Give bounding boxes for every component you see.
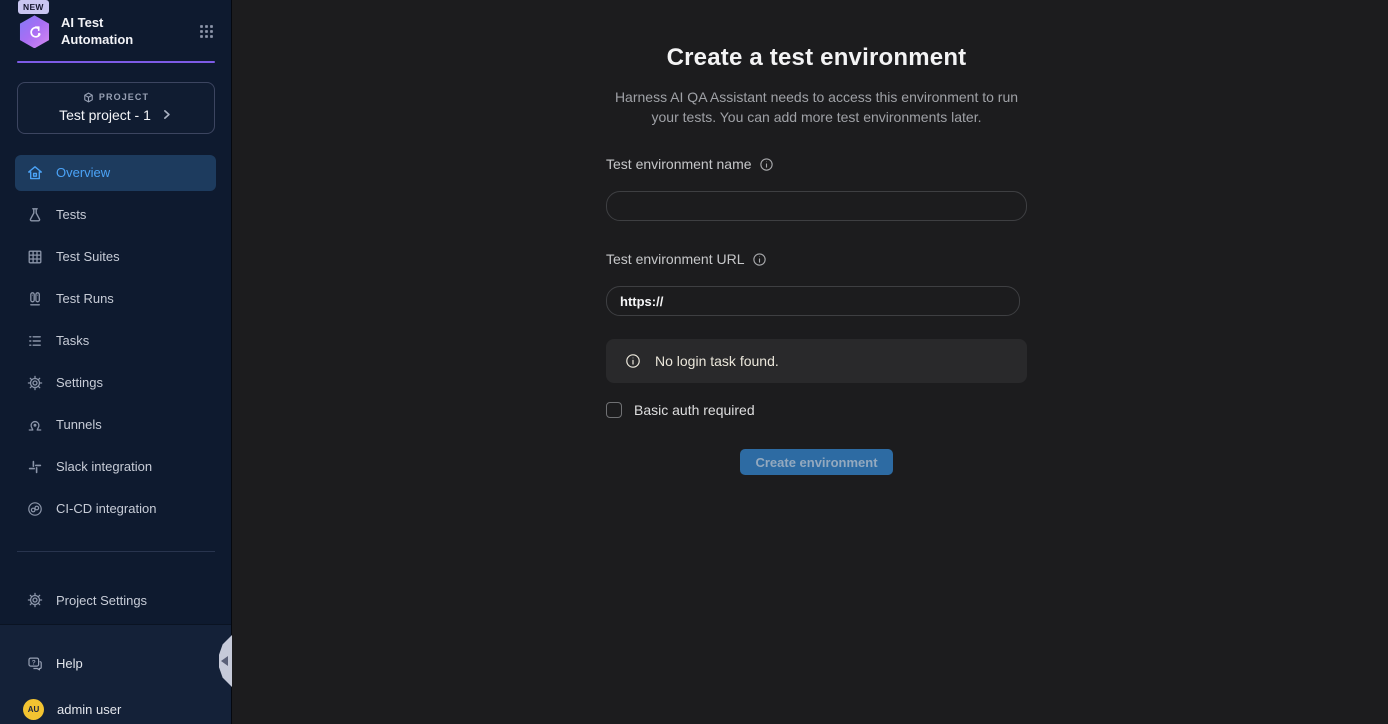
home-icon xyxy=(27,165,43,181)
user-name: admin user xyxy=(57,702,121,717)
sidebar: NEW AI Test Automation PROJECT xyxy=(0,0,232,724)
field-environment-url: Test environment URL xyxy=(606,251,1027,316)
basic-auth-label: Basic auth required xyxy=(634,402,755,418)
sidebar-item-tasks[interactable]: Tasks xyxy=(15,323,216,359)
environment-url-input[interactable] xyxy=(606,286,1020,316)
tunnel-icon xyxy=(27,417,43,433)
sidebar-item-test-runs[interactable]: Test Runs xyxy=(15,281,216,317)
sidebar-item-slack-integration[interactable]: Slack integration xyxy=(15,449,216,485)
avatar: AU xyxy=(23,699,44,720)
info-icon[interactable] xyxy=(752,252,767,267)
environment-url-label: Test environment URL xyxy=(606,251,745,267)
field-environment-name: Test environment name xyxy=(606,156,1027,221)
user-menu[interactable]: AU admin user xyxy=(15,699,216,720)
basic-auth-checkbox[interactable] xyxy=(606,402,622,418)
alert-text: No login task found. xyxy=(655,353,779,369)
slack-icon xyxy=(27,459,43,475)
svg-text:?: ? xyxy=(32,660,36,667)
page-title: Create a test environment xyxy=(606,44,1027,72)
project-name: Test project - 1 xyxy=(59,107,151,123)
no-login-task-alert: No login task found. xyxy=(606,339,1027,383)
sidebar-item-overview[interactable]: Overview xyxy=(15,155,216,191)
info-icon[interactable] xyxy=(759,157,774,172)
new-badge: NEW xyxy=(18,0,49,14)
project-kicker: PROJECT xyxy=(26,92,206,103)
app-switcher-grid-icon[interactable] xyxy=(198,23,215,40)
basic-auth-row: Basic auth required xyxy=(606,402,1027,418)
grid-icon xyxy=(27,249,43,265)
sidebar-item-test-suites[interactable]: Test Suites xyxy=(15,239,216,275)
project-selector[interactable]: PROJECT Test project - 1 xyxy=(17,82,215,134)
help-button[interactable]: ? Help xyxy=(15,655,216,672)
link-circle-icon xyxy=(27,501,43,517)
gear-icon xyxy=(27,592,43,608)
flask-icon xyxy=(27,207,43,223)
sidebar-item-tests[interactable]: Tests xyxy=(15,197,216,233)
create-environment-button[interactable]: Create environment xyxy=(740,449,892,475)
chevron-right-icon xyxy=(160,108,173,121)
environment-name-input[interactable] xyxy=(606,191,1027,221)
task-list-icon xyxy=(27,333,43,349)
collapse-arrow-icon xyxy=(221,656,228,666)
sidebar-footer: ? Help AU admin user xyxy=(0,624,231,724)
sidebar-nav: Overview Tests Test Suites xyxy=(0,155,231,533)
main-content: Create a test environment Harness AI QA … xyxy=(232,0,1388,724)
sidebar-item-cicd-integration[interactable]: CI-CD integration xyxy=(15,491,216,527)
environment-name-label: Test environment name xyxy=(606,156,752,172)
robot-arm-icon xyxy=(26,23,44,41)
help-chat-icon: ? xyxy=(27,655,43,672)
sidebar-item-tunnels[interactable]: Tunnels xyxy=(15,407,216,443)
sidebar-secondary-nav: Project Settings xyxy=(0,582,231,624)
gear-icon xyxy=(27,375,43,391)
sidebar-item-project-settings[interactable]: Project Settings xyxy=(15,582,216,618)
columns-icon xyxy=(27,291,43,307)
sidebar-divider xyxy=(17,551,215,552)
page-subtitle: Harness AI QA Assistant needs to access … xyxy=(607,87,1027,127)
info-icon xyxy=(625,353,641,369)
app-title: AI Test Automation xyxy=(61,15,145,49)
cube-icon xyxy=(83,92,94,103)
app-logo xyxy=(18,15,51,48)
accent-divider xyxy=(17,61,215,63)
sidebar-item-settings[interactable]: Settings xyxy=(15,365,216,401)
